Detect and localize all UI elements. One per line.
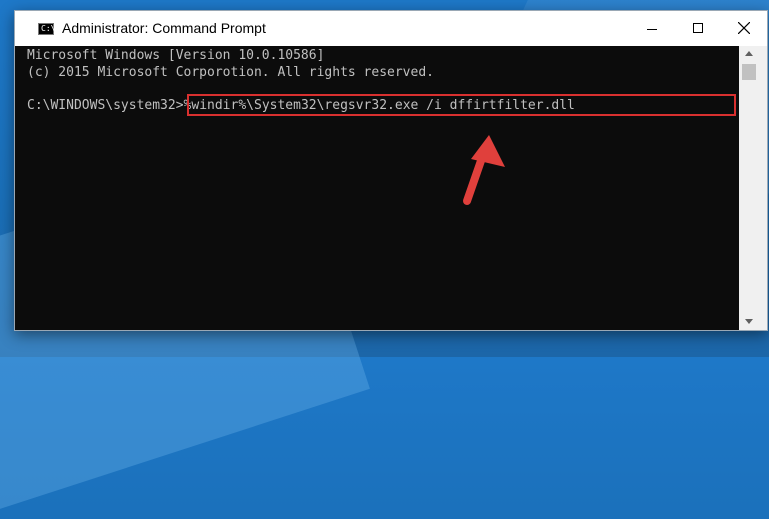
window-title: Administrator: Command Prompt bbox=[62, 20, 266, 36]
console-line-version: Microsoft Windows [Version 10.0.10586] bbox=[27, 48, 325, 63]
maximize-button[interactable] bbox=[675, 11, 721, 46]
maximize-icon bbox=[693, 23, 703, 33]
console-line-copyright: (c) 2015 Microsoft Corporotion. All righ… bbox=[27, 65, 434, 80]
scroll-up-button[interactable] bbox=[739, 46, 767, 63]
command-highlight-box bbox=[187, 94, 736, 116]
command-prompt-window[interactable]: C:\ Administrator: Command Prompt Micros… bbox=[14, 10, 768, 331]
console-prompt: C:\WINDOWS\system32> bbox=[27, 98, 184, 113]
cmd-icon[interactable]: C:\ bbox=[38, 23, 55, 35]
close-button[interactable] bbox=[721, 11, 767, 46]
red-arrow-annotation-icon bbox=[463, 135, 505, 205]
title-bar[interactable]: C:\ Administrator: Command Prompt bbox=[15, 11, 767, 46]
close-icon bbox=[738, 22, 750, 34]
chevron-up-icon bbox=[745, 51, 753, 56]
minimize-button[interactable] bbox=[629, 11, 675, 46]
scroll-thumb[interactable] bbox=[742, 64, 756, 80]
chevron-down-icon bbox=[745, 319, 753, 324]
vertical-scrollbar[interactable] bbox=[739, 46, 767, 330]
console-output[interactable]: Microsoft Windows [Version 10.0.10586] (… bbox=[15, 46, 739, 330]
scroll-down-button[interactable] bbox=[739, 313, 767, 330]
minimize-icon bbox=[647, 29, 657, 30]
